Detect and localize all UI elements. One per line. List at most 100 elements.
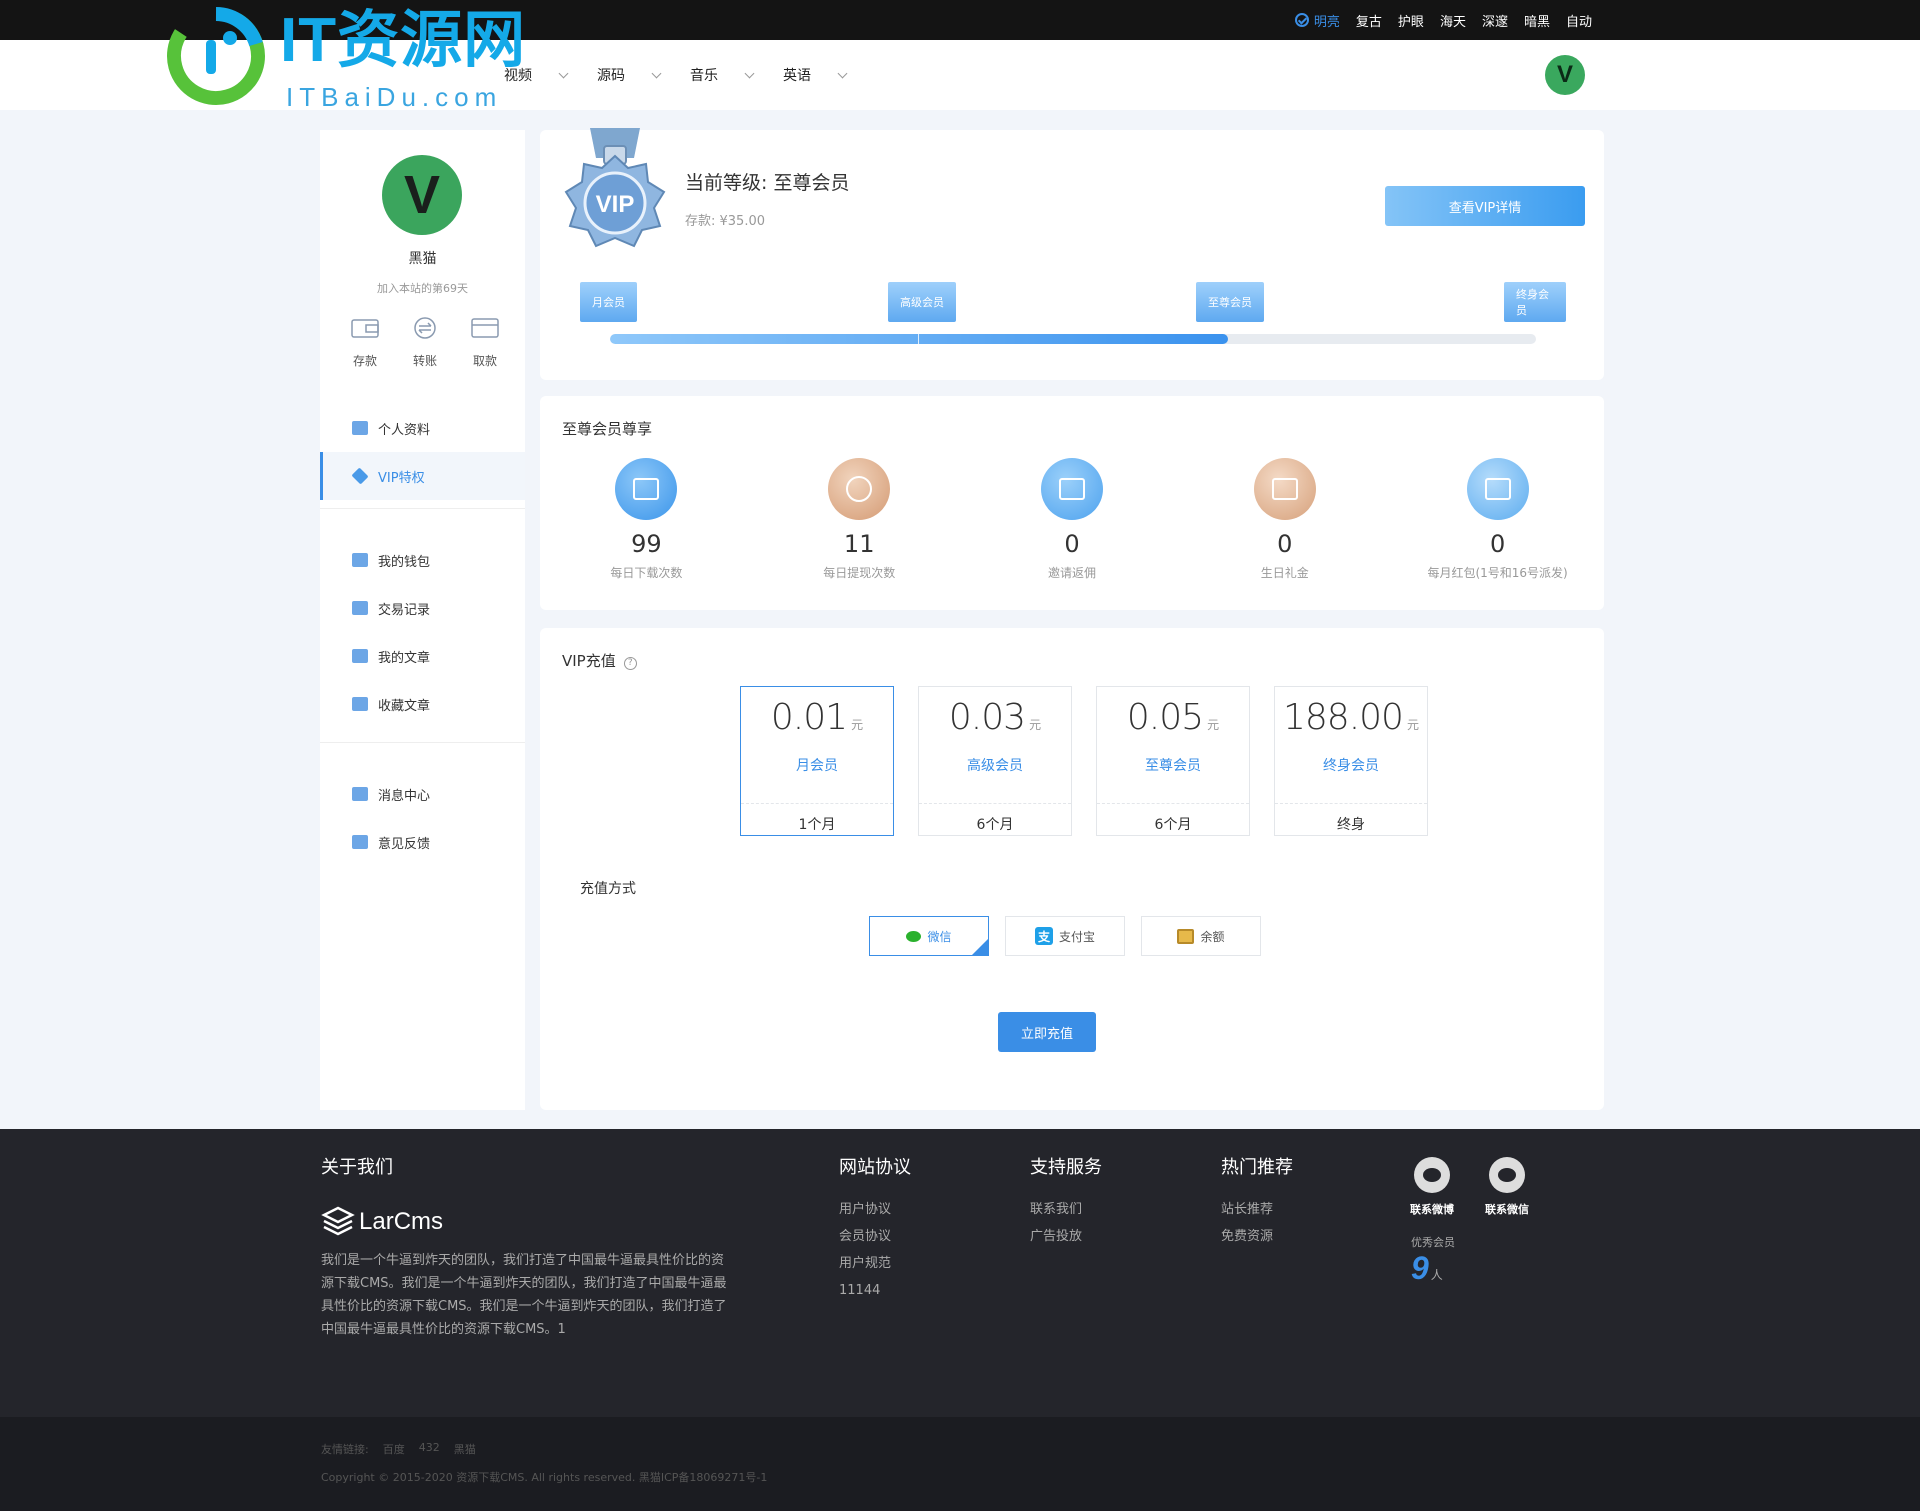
friend-links: 友情链接: 百度 432 黑猫 [321, 1441, 476, 1457]
friend-link[interactable]: 黑猫 [454, 1441, 476, 1457]
current-level: 当前等级: 至尊会员 [685, 172, 850, 194]
footer-link[interactable]: 用户协议 [839, 1196, 891, 1223]
menu-label: 个人资料 [378, 422, 431, 438]
contact-weibo[interactable]: 联系微博 [1402, 1157, 1462, 1217]
bell-icon [352, 835, 368, 849]
site-logo[interactable]: IT资源网 ITBaiDu.com [162, 0, 572, 118]
avatar-letter: V [1556, 61, 1573, 88]
sidebar-item-messages[interactable]: 消息中心 [320, 770, 525, 818]
theme-bright[interactable]: 明亮 [1294, 11, 1340, 30]
recharge-plans: 0.01 元 月会员 1个月 0.03 元 高级会员 6个月 0.05 元 至尊会员 … [740, 686, 1428, 836]
user-avatar[interactable]: V [382, 155, 462, 235]
footer-link[interactable]: 联系我们 [1030, 1196, 1082, 1223]
theme-retro[interactable]: 复古 [1356, 11, 1382, 30]
footer-link[interactable]: 广告投放 [1030, 1223, 1082, 1250]
tier-lifetime: 终身会员 [1504, 282, 1566, 322]
level-tiers: 月会员 高级会员 至尊会员 终身会员 [580, 282, 1566, 322]
privilege-value: 11 [843, 530, 875, 558]
plan-duration: 6个月 [1097, 803, 1249, 844]
sidebar-item-feedback[interactable]: 意见反馈 [320, 818, 525, 866]
pay-alipay-button[interactable]: 支支付宝 [1005, 916, 1125, 956]
user-sidebar: V 黑猫 加入本站的第69天 存款 转账 取款 个人资料 VIP特权 我的钱包 … [320, 130, 525, 1110]
footer-hot-title: 热门推荐 [1221, 1157, 1293, 1178]
footer-agreement-title: 网站协议 [839, 1157, 911, 1178]
deposit-button[interactable]: 存款 [340, 316, 390, 369]
footer-link[interactable]: 免费资源 [1221, 1223, 1273, 1250]
menu-label: 交易记录 [378, 602, 431, 618]
plan-unit: 元 [1029, 718, 1042, 732]
footer-link[interactable]: 11144 [839, 1277, 891, 1304]
pay-balance-button[interactable]: 余额 [1141, 916, 1261, 956]
theme-dark[interactable]: 暗黑 [1524, 11, 1550, 30]
theme-eye-care[interactable]: 护眼 [1398, 11, 1424, 30]
tier-advanced: 高级会员 [888, 282, 956, 322]
sidebar-item-vip[interactable]: VIP特权 [320, 452, 525, 500]
plan-amount: 0.05 [1126, 697, 1204, 738]
sidebar-item-favorites[interactable]: 收藏文章 [320, 680, 525, 728]
wallet-action-label: 取款 [472, 354, 497, 368]
social-label: 联系微博 [1410, 1203, 1454, 1216]
footer-link[interactable]: 会员协议 [839, 1223, 891, 1250]
plan-supreme[interactable]: 0.05 元 至尊会员 6个月 [1096, 686, 1250, 836]
contact-wechat[interactable]: 联系微信 [1477, 1157, 1537, 1217]
level-progress [610, 334, 1536, 344]
friend-link[interactable]: 432 [419, 1441, 440, 1457]
theme-auto[interactable]: 自动 [1566, 11, 1592, 30]
footer-link[interactable]: 用户规范 [839, 1250, 891, 1277]
sidebar-item-my-articles[interactable]: 我的文章 [320, 632, 525, 680]
recharge-title: VIP充值? [562, 650, 637, 671]
members-number: 9 [1411, 1250, 1429, 1286]
tier-supreme: 至尊会员 [1196, 282, 1264, 322]
footer-link[interactable]: 站长推荐 [1221, 1196, 1273, 1223]
balance-icon [1177, 928, 1195, 944]
view-vip-details-button[interactable]: 查看VIP详情 [1385, 186, 1585, 226]
theme-label: 自动 [1565, 14, 1592, 30]
plan-duration: 终身 [1275, 803, 1427, 844]
nav-label: 源码 [597, 68, 625, 84]
theme-deep[interactable]: 深邃 [1482, 11, 1508, 30]
sidebar-item-transactions[interactable]: 交易记录 [320, 584, 525, 632]
help-icon[interactable]: ? [623, 657, 637, 670]
plan-lifetime[interactable]: 188.00 元 终身会员 终身 [1274, 686, 1428, 836]
privilege-label: 生日礼金 [1260, 566, 1309, 580]
nav-item-music[interactable]: 音乐 [690, 65, 755, 85]
friend-links-label: 友情链接: [321, 1443, 369, 1456]
footer-bottom: 友情链接: 百度 432 黑猫 Copyright © 2015-2020 资源… [0, 1417, 1920, 1511]
menu-divider [320, 742, 525, 743]
friend-link[interactable]: 百度 [383, 1441, 405, 1457]
theme-ocean[interactable]: 海天 [1440, 11, 1466, 30]
privilege-birthday-gift: 0 生日礼金 [1178, 458, 1391, 581]
transfer-button[interactable]: 转账 [400, 316, 450, 369]
share-icon [1040, 458, 1103, 520]
footer-brand: LarCms [359, 1208, 444, 1235]
logo-subtext: ITBaiDu.com [286, 82, 503, 112]
plan-name: 高级会员 [967, 758, 1023, 774]
menu-divider [320, 508, 525, 509]
plan-duration: 1个月 [741, 803, 893, 844]
site-footer: 关于我们 LarCms 我们是一个牛逼到炸天的团队，我们打造了中国最牛逼最具性价… [0, 1129, 1920, 1417]
receipt-icon [352, 601, 368, 615]
card-icon [471, 318, 499, 338]
sidebar-item-profile[interactable]: 个人资料 [320, 404, 525, 452]
pay-wechat-button[interactable]: 微信 [869, 916, 989, 956]
footer-about-text: 我们是一个牛逼到炸天的团队，我们打造了中国最牛逼最具性价比的资源下载CMS。我们… [321, 1253, 727, 1337]
theme-label: 护眼 [1397, 14, 1424, 30]
menu-label: 意见反馈 [378, 836, 431, 852]
recharge-now-button[interactable]: 立即充值 [998, 1012, 1096, 1052]
plan-advanced[interactable]: 0.03 元 高级会员 6个月 [918, 686, 1072, 836]
nav-item-source[interactable]: 源码 [597, 65, 662, 85]
payment-methods: 微信 支支付宝 余额 [869, 916, 1261, 956]
sidebar-item-wallet[interactable]: 我的钱包 [320, 536, 525, 584]
withdraw-button[interactable]: 取款 [460, 316, 510, 369]
nav-item-english[interactable]: 英语 [783, 65, 848, 85]
plan-monthly[interactable]: 0.01 元 月会员 1个月 [740, 686, 894, 836]
footer-hot-links: 站长推荐 免费资源 [1221, 1196, 1273, 1250]
header-avatar[interactable]: V [1545, 55, 1585, 95]
layers-icon [321, 1206, 355, 1236]
weibo-icon [1414, 1157, 1450, 1193]
footer-about-title: 关于我们 [321, 1157, 393, 1178]
privileges-list: 99 每日下载次数 11 每日提现次数 0 邀请返佣 0 生日礼金 0 每月红包… [540, 458, 1604, 581]
plan-unit: 元 [851, 718, 864, 732]
download-icon [615, 458, 678, 520]
privilege-value: 0 [1064, 530, 1080, 558]
